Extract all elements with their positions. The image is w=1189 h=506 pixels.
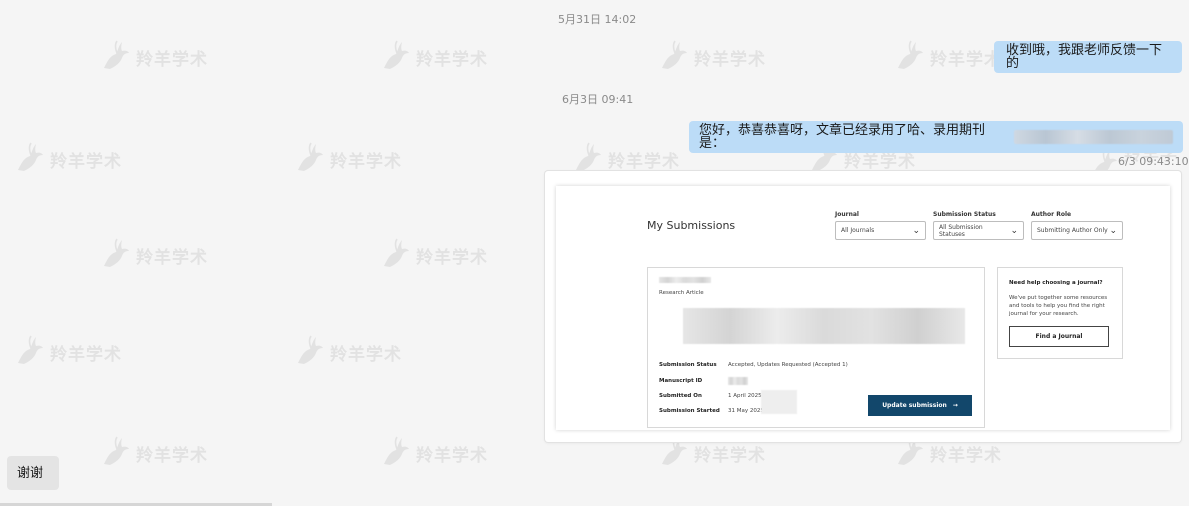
message-time-2: 6/3 09:43:10 <box>1118 155 1189 168</box>
watermark-text: 羚羊学术 <box>930 445 1002 466</box>
antelope-icon <box>292 140 326 178</box>
watermark-text: 羚羊学术 <box>416 247 488 268</box>
watermark: 羚羊学术 <box>98 434 208 472</box>
update-submission-button: Update submission → <box>868 395 972 416</box>
timestamp-1: 5月31日 14:02 <box>558 13 637 26</box>
message-text-1: 收到哦，我跟老师反馈一下的 <box>1006 43 1163 71</box>
message-text-3: 谢谢 <box>17 465 44 481</box>
antelope-icon <box>98 434 132 472</box>
role-filter-value: Submitting Author Only <box>1037 227 1108 234</box>
arrow-right-icon: → <box>952 402 958 409</box>
image-message[interactable]: My Submissions Journal All Journals ⌄ Su… <box>545 171 1181 442</box>
antelope-icon <box>378 38 412 76</box>
watermark-text: 羚羊学术 <box>50 151 122 172</box>
antelope-icon <box>12 333 46 371</box>
watermark-text: 羚羊学术 <box>136 49 208 70</box>
antelope-icon <box>378 434 412 472</box>
watermark-text: 羚羊学术 <box>50 344 122 365</box>
watermark: 羚羊学术 <box>12 140 122 178</box>
watermark-text: 羚羊学术 <box>416 445 488 466</box>
watermark: 羚羊学术 <box>98 38 208 76</box>
redacted-date-detail <box>761 390 797 414</box>
role-filter-label: Author Role <box>1031 211 1072 218</box>
status-filter-select: All Submission Statuses ⌄ <box>933 221 1024 240</box>
journal-filter-label: Journal <box>835 211 859 218</box>
watermark: 羚羊学术 <box>292 333 402 371</box>
find-journal-button: Find a Journal <box>1009 326 1109 347</box>
watermark-text: 羚羊学术 <box>330 344 402 365</box>
watermark-text: 羚羊学术 <box>416 49 488 70</box>
message-bubble-2[interactable]: 您好，恭喜恭喜呀，文章已经录用了哈、录用期刊是： <box>689 121 1183 153</box>
watermark: 羚羊学术 <box>378 434 488 472</box>
screenshot-title: My Submissions <box>647 219 736 232</box>
timestamp-2: 6月3日 09:41 <box>562 93 634 106</box>
watermark: 羚羊学术 <box>892 38 1002 76</box>
journal-filter-value: All Journals <box>841 227 875 234</box>
message-bubble-1[interactable]: 收到哦，我跟老师反馈一下的 <box>994 41 1182 73</box>
antelope-icon <box>98 236 132 274</box>
watermark-text: 羚羊学术 <box>930 49 1002 70</box>
status-filter-label: Submission Status <box>933 211 996 218</box>
antelope-icon <box>12 140 46 178</box>
update-submission-label: Update submission <box>882 402 947 409</box>
started-value: 31 May 2025 <box>728 408 764 414</box>
message-text-2: 您好，恭喜恭喜呀，文章已经录用了哈、录用期刊是： <box>699 123 986 151</box>
submission-card: Research Article Submission Status Accep… <box>647 267 985 428</box>
antelope-icon <box>892 38 926 76</box>
article-type: Research Article <box>659 290 704 296</box>
watermark-text: 羚羊学术 <box>136 247 208 268</box>
watermark-text: 羚羊学术 <box>330 151 402 172</box>
redacted-manuscript-id <box>728 377 748 385</box>
watermark-text: 羚羊学术 <box>694 49 766 70</box>
antelope-icon <box>378 236 412 274</box>
chevron-down-icon: ⌄ <box>1109 225 1117 236</box>
antelope-icon <box>656 38 690 76</box>
redacted-id <box>659 277 711 283</box>
help-body: We've put together some resources and to… <box>1009 295 1108 317</box>
manuscript-label: Manuscript ID <box>659 378 703 384</box>
chevron-down-icon: ⌄ <box>912 225 920 236</box>
role-filter-select: Submitting Author Only ⌄ <box>1031 221 1123 240</box>
antelope-icon <box>98 38 132 76</box>
started-label: Submission Started <box>659 408 720 414</box>
redacted-journal-name <box>1014 130 1173 144</box>
watermark: 羚羊学术 <box>378 236 488 274</box>
message-bubble-3[interactable]: 谢谢 <box>7 456 59 490</box>
watermark-text: 羚羊学术 <box>694 445 766 466</box>
submitted-on-value: 1 April 2025 ( <box>728 393 766 399</box>
submission-screenshot: My Submissions Journal All Journals ⌄ Su… <box>556 186 1170 430</box>
submitted-on-label: Submitted On <box>659 393 702 399</box>
watermark: 羚羊学术 <box>292 140 402 178</box>
watermark: 羚羊学术 <box>656 38 766 76</box>
help-card: Need help choosing a journal? We've put … <box>997 267 1123 359</box>
watermark-text: 羚羊学术 <box>136 445 208 466</box>
watermark: 羚羊学术 <box>12 333 122 371</box>
status-value: Accepted, Updates Requested (Accepted 1) <box>728 362 848 368</box>
help-title: Need help choosing a journal? <box>1009 280 1103 286</box>
watermark-text: 羚羊学术 <box>608 151 680 172</box>
status-label: Submission Status <box>659 362 717 368</box>
journal-filter-select: All Journals ⌄ <box>835 221 926 240</box>
chevron-down-icon: ⌄ <box>1010 225 1018 236</box>
antelope-icon <box>292 333 326 371</box>
redacted-title <box>683 308 965 344</box>
watermark: 羚羊学术 <box>378 38 488 76</box>
status-filter-value: All Submission Statuses <box>939 223 983 238</box>
watermark: 羚羊学术 <box>98 236 208 274</box>
